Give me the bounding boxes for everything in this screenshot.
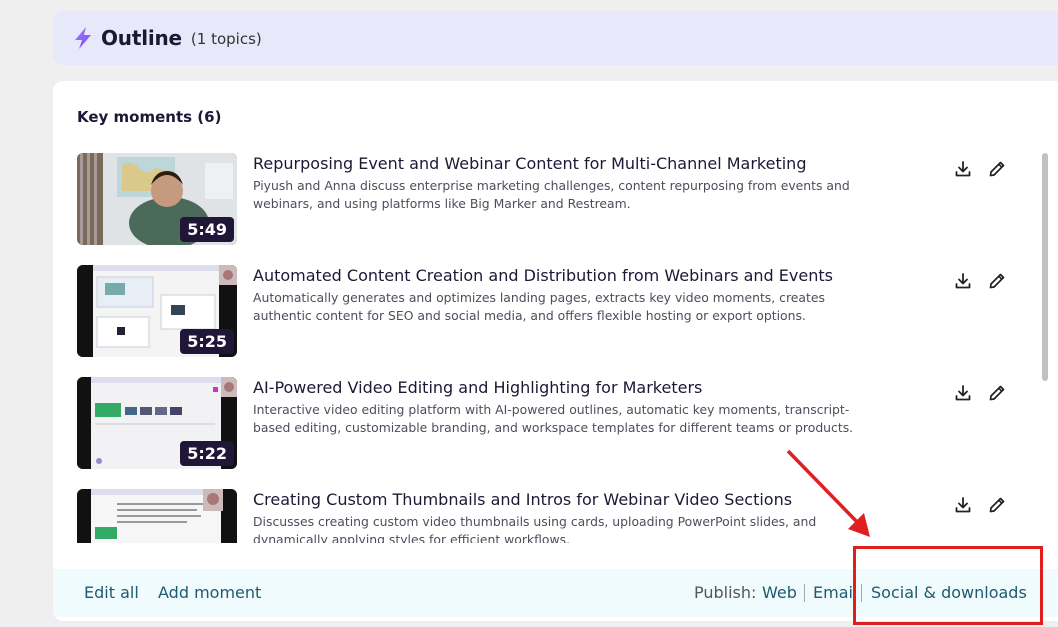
video-thumbnail[interactable]: 5:22 <box>77 377 237 469</box>
moment-description: Interactive video editing platform with … <box>253 402 854 435</box>
list-item[interactable]: 5:25 Automated Content Creation and Dist… <box>77 265 1043 357</box>
list-item[interactable]: 5:22 AI-Powered Video Editing and Highli… <box>77 377 1043 469</box>
download-icon[interactable] <box>953 383 973 403</box>
list-scrollbar[interactable] <box>1042 153 1048 543</box>
video-thumbnail[interactable]: 5:25 <box>77 265 237 357</box>
pencil-icon[interactable] <box>987 495 1007 515</box>
key-moments-heading: Key moments (6) <box>77 108 222 126</box>
moment-description: Automatically generates and optimizes la… <box>253 290 825 323</box>
annotation-arrow-icon <box>786 449 870 537</box>
download-icon[interactable] <box>953 271 973 291</box>
duration-badge: 5:49 <box>180 217 234 242</box>
moment-actions <box>953 271 1013 293</box>
key-moments-card: Key moments (6) 5:49 Repurposing Event a… <box>53 81 1058 621</box>
publish-email-link[interactable]: Email <box>813 583 857 602</box>
pencil-icon[interactable] <box>987 383 1007 403</box>
download-icon[interactable] <box>953 495 973 515</box>
add-moment-button[interactable]: Add moment <box>158 583 261 602</box>
outline-header[interactable]: Outline (1 topics) <box>53 11 1058 65</box>
list-item[interactable]: 5:49 Repurposing Event and Webinar Conte… <box>77 153 1043 245</box>
key-moments-list[interactable]: 5:49 Repurposing Event and Webinar Conte… <box>77 153 1043 543</box>
moment-actions <box>953 159 1013 181</box>
thumbnail-image <box>77 489 237 543</box>
download-icon[interactable] <box>953 159 973 179</box>
edit-all-button[interactable]: Edit all <box>84 583 139 602</box>
list-item[interactable]: Creating Custom Thumbnails and Intros fo… <box>77 489 1043 543</box>
moment-title[interactable]: AI-Powered Video Editing and Highlightin… <box>253 378 943 397</box>
moment-description: Piyush and Anna discuss enterprise marke… <box>253 178 850 211</box>
video-thumbnail[interactable] <box>77 489 237 543</box>
video-thumbnail[interactable]: 5:49 <box>77 153 237 245</box>
moment-title[interactable]: Repurposing Event and Webinar Content fo… <box>253 154 943 173</box>
pencil-icon[interactable] <box>987 271 1007 291</box>
pencil-icon[interactable] <box>987 159 1007 179</box>
moment-actions <box>953 495 1013 517</box>
annotation-highlight-box <box>853 546 1043 625</box>
moment-actions <box>953 383 1013 405</box>
divider <box>804 584 805 602</box>
outline-topic-count: (1 topics) <box>190 30 262 48</box>
scrollbar-thumb[interactable] <box>1042 153 1048 381</box>
duration-badge: 5:25 <box>180 329 234 354</box>
duration-badge: 5:22 <box>180 441 234 466</box>
publish-label: Publish: <box>694 583 757 602</box>
outline-title: Outline <box>101 26 182 50</box>
lightning-icon <box>75 27 91 49</box>
publish-web-link[interactable]: Web <box>762 583 797 602</box>
moment-title[interactable]: Automated Content Creation and Distribut… <box>253 266 943 285</box>
